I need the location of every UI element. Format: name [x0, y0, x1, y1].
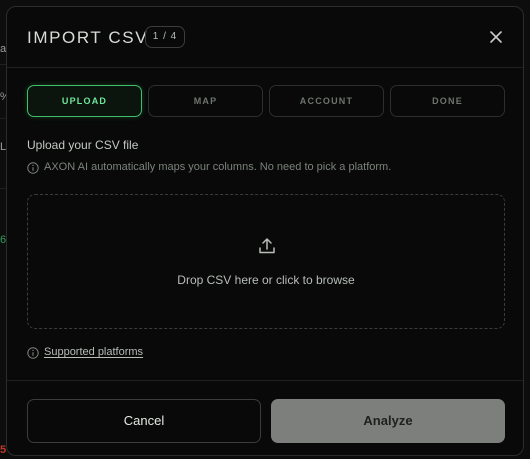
- modal-header: IMPORT CSV 1 / 4: [7, 7, 523, 68]
- upload-icon: [259, 238, 275, 254]
- info-icon: [27, 347, 39, 359]
- close-icon: [490, 31, 502, 43]
- analyze-button[interactable]: Analyze: [271, 399, 505, 443]
- import-csv-modal: IMPORT CSV 1 / 4 UPLOAD MAP ACCOUNT DONE…: [6, 6, 524, 456]
- info-icon: [27, 162, 39, 174]
- step-tabs: UPLOAD MAP ACCOUNT DONE: [27, 85, 505, 117]
- auto-map-info-text: AXON AI automatically maps your columns.…: [44, 161, 392, 173]
- step-tab-map[interactable]: MAP: [148, 85, 263, 117]
- cancel-button[interactable]: Cancel: [27, 399, 261, 443]
- step-counter-badge: 1 / 4: [145, 26, 185, 48]
- close-button[interactable]: [485, 26, 507, 48]
- upload-section-label: Upload your CSV file: [27, 138, 139, 152]
- step-tab-account[interactable]: ACCOUNT: [269, 85, 384, 117]
- modal-title: IMPORT CSV: [27, 28, 149, 47]
- modal-footer: Cancel Analyze: [7, 380, 523, 455]
- supported-platforms-link[interactable]: Supported platforms: [44, 346, 143, 358]
- step-tab-upload[interactable]: UPLOAD: [27, 85, 142, 117]
- step-tab-done[interactable]: DONE: [390, 85, 505, 117]
- csv-dropzone[interactable]: Drop CSV here or click to browse: [27, 194, 505, 329]
- dropzone-text: Drop CSV here or click to browse: [177, 273, 355, 287]
